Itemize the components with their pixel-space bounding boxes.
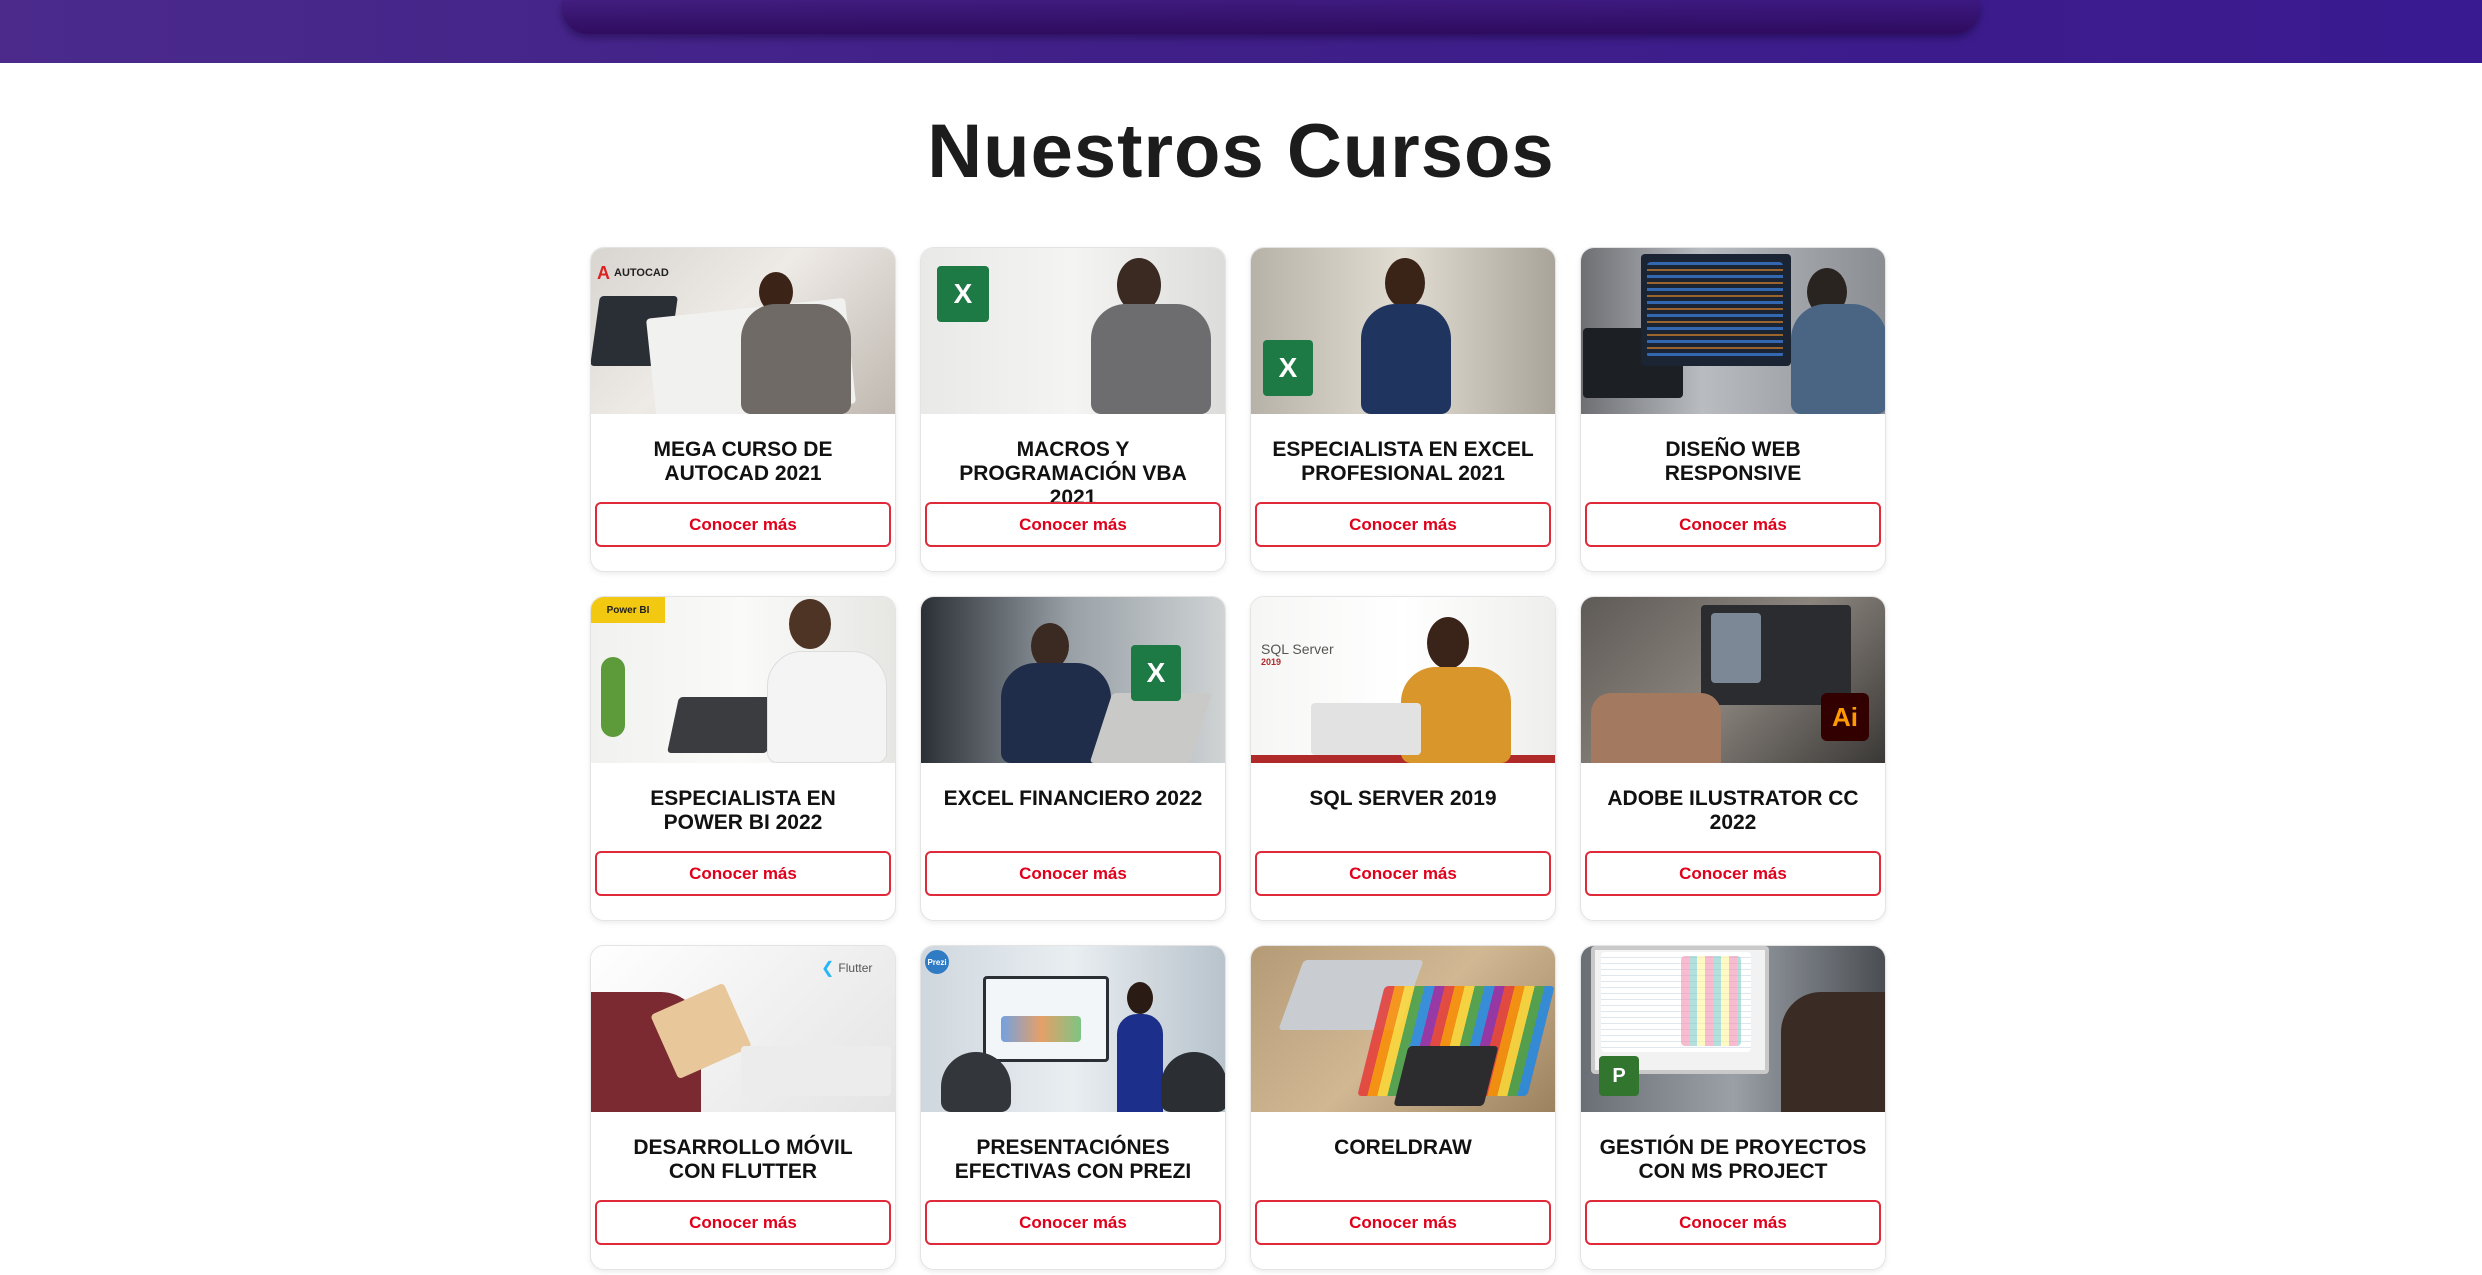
excel-logo-icon: X — [937, 266, 989, 322]
course-image-macros-vba: X — [921, 248, 1225, 414]
course-grid: A AUTOCAD MEGA CURSO DE AUTOCAD 2021 Cono… — [590, 247, 1888, 1275]
course-title: GESTIÓN DE PROYECTOS CON MS PROJECT — [1599, 1136, 1867, 1183]
course-image-prezi: Prezi — [921, 946, 1225, 1112]
ms-project-logo-icon: P — [1599, 1056, 1639, 1096]
excel-logo-icon: X — [1131, 645, 1181, 701]
conocer-mas-button[interactable]: Conocer más — [1585, 1200, 1881, 1245]
course-card-macros-vba: X MACROS Y PROGRAMACIÓN VBA 2021 Conocer… — [920, 247, 1226, 572]
navigation-bar-bottom — [562, 0, 1980, 34]
course-card-diseno-web: DISEÑO WEB RESPONSIVE Conocer más — [1580, 247, 1886, 572]
power-bi-logo-icon: Power BI — [591, 597, 665, 623]
course-card-ms-project: P GESTIÓN DE PROYECTOS CON MS PROJECT Co… — [1580, 945, 1886, 1270]
conocer-mas-button[interactable]: Conocer más — [925, 502, 1221, 547]
course-image-ms-project: P — [1581, 946, 1885, 1112]
course-image-excel-financiero: X — [921, 597, 1225, 763]
autocad-logo-icon: A AUTOCAD — [597, 262, 669, 283]
course-card-prezi: Prezi PRESENTACIÓNES EFECTIVAS CON PREZI… — [920, 945, 1226, 1270]
conocer-mas-button[interactable]: Conocer más — [595, 502, 891, 547]
course-card-power-bi: Power BI ESPECIALISTA EN POWER BI 2022 C… — [590, 596, 896, 921]
course-title: ADOBE ILUSTRATOR CC 2022 — [1607, 787, 1859, 834]
course-image-power-bi: Power BI — [591, 597, 895, 763]
prezi-logo-icon: Prezi — [925, 950, 949, 974]
course-image-excel-profesional: X — [1251, 248, 1555, 414]
course-card-adobe-illustrator: Ai ADOBE ILUSTRATOR CC 2022 Conocer más — [1580, 596, 1886, 921]
course-card-autocad: A AUTOCAD MEGA CURSO DE AUTOCAD 2021 Cono… — [590, 247, 896, 572]
conocer-mas-button[interactable]: Conocer más — [1255, 502, 1551, 547]
course-image-adobe-illustrator: Ai — [1581, 597, 1885, 763]
sql-server-logo-icon: SQL Server 2019 — [1261, 641, 1334, 667]
course-image-flutter: ❮ Flutter — [591, 946, 895, 1112]
conocer-mas-button[interactable]: Conocer más — [595, 1200, 891, 1245]
course-card-flutter: ❮ Flutter DESARROLLO MÓVIL CON FLUTTER Co… — [590, 945, 896, 1270]
conocer-mas-button[interactable]: Conocer más — [1255, 1200, 1551, 1245]
excel-logo-icon: X — [1263, 340, 1313, 396]
course-title: DESARROLLO MÓVIL CON FLUTTER — [633, 1136, 853, 1183]
course-card-excel-financiero: X EXCEL FINANCIERO 2022 Conocer más — [920, 596, 1226, 921]
course-image-diseno-web — [1581, 248, 1885, 414]
conocer-mas-button[interactable]: Conocer más — [925, 1200, 1221, 1245]
course-card-excel-profesional: X ESPECIALISTA EN EXCEL PROFESIONAL 2021… — [1250, 247, 1556, 572]
course-title: MEGA CURSO DE AUTOCAD 2021 — [653, 438, 833, 485]
course-title: EXCEL FINANCIERO 2022 — [943, 787, 1203, 810]
course-title: ESPECIALISTA EN EXCEL PROFESIONAL 2021 — [1272, 438, 1534, 485]
illustrator-logo-icon: Ai — [1821, 693, 1869, 741]
course-image-coreldraw — [1251, 946, 1555, 1112]
course-image-autocad: A AUTOCAD — [591, 248, 895, 414]
top-header-bar — [0, 0, 2482, 63]
course-title: ESPECIALISTA EN POWER BI 2022 — [650, 787, 836, 834]
conocer-mas-button[interactable]: Conocer más — [1585, 502, 1881, 547]
course-card-sql-server: SQL Server 2019 SQL SERVER 2019 Conocer … — [1250, 596, 1556, 921]
conocer-mas-button[interactable]: Conocer más — [595, 851, 891, 896]
conocer-mas-button[interactable]: Conocer más — [925, 851, 1221, 896]
section-title: Nuestros Cursos — [927, 109, 1555, 194]
course-title: SQL SERVER 2019 — [1309, 787, 1497, 810]
course-title: CORELDRAW — [1334, 1136, 1472, 1159]
course-card-coreldraw: CORELDRAW Conocer más — [1250, 945, 1556, 1270]
course-title: MACROS Y PROGRAMACIÓN VBA 2021 — [959, 438, 1187, 509]
course-image-sql-server: SQL Server 2019 — [1251, 597, 1555, 763]
course-title: PRESENTACIÓNES EFECTIVAS CON PREZI — [954, 1136, 1192, 1183]
course-title: DISEÑO WEB RESPONSIVE — [1664, 438, 1802, 485]
conocer-mas-button[interactable]: Conocer más — [1585, 851, 1881, 896]
flutter-logo-icon: ❮ Flutter — [821, 960, 873, 977]
conocer-mas-button[interactable]: Conocer más — [1255, 851, 1551, 896]
